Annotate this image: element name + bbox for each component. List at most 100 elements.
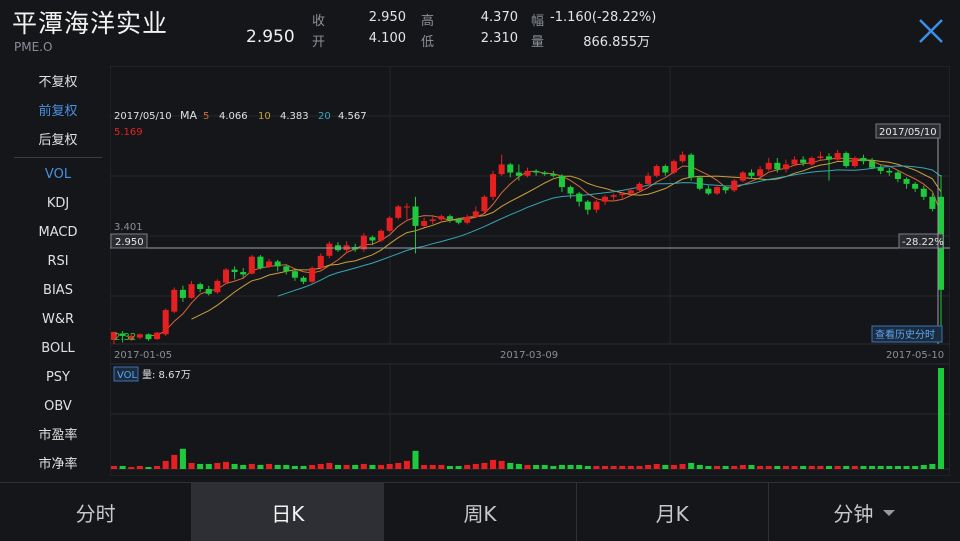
side-item-wr[interactable]: W&R <box>14 305 102 334</box>
stock-code: PME.O <box>14 40 53 54</box>
volume-bar <box>877 465 884 469</box>
volume-bar <box>670 464 677 469</box>
candle-body <box>903 179 910 184</box>
close-icon[interactable] <box>916 16 946 46</box>
candle-body <box>851 157 858 167</box>
kline-chart[interactable]: 2017/05/10 MA 5 4.066 10 4.383 20 4.567 … <box>110 66 950 476</box>
current-price-tag-text: 2.950 <box>115 237 144 248</box>
volume-bar <box>438 464 445 469</box>
volume-bar <box>851 465 858 469</box>
x-label-mid: 2017-03-09 <box>500 350 558 361</box>
current-price: 2.950 <box>246 27 295 47</box>
low-value: 2.310 <box>480 31 518 46</box>
candle-body <box>731 180 738 191</box>
volume-bar <box>593 465 600 469</box>
volume-bar <box>696 464 703 469</box>
side-item-rsi[interactable]: RSI <box>14 247 102 276</box>
legend-ma10-value: 4.383 <box>280 111 309 122</box>
candle-body <box>395 206 402 218</box>
candle-body <box>825 156 833 160</box>
side-item-pe[interactable]: 市盈率 <box>14 421 102 450</box>
candle-body <box>515 172 522 176</box>
volume-bar <box>214 462 221 469</box>
volume-bar <box>524 464 531 469</box>
candle-body <box>653 166 660 176</box>
candle-body <box>817 156 824 158</box>
candle-body <box>645 175 652 184</box>
candle-body <box>894 172 901 179</box>
volume-bar <box>912 465 919 469</box>
candle-body <box>317 255 324 268</box>
tab-daily-k[interactable]: 日K <box>192 483 385 541</box>
candle-body <box>834 153 841 160</box>
volume-bar <box>498 460 505 469</box>
legend-ma20-label: 20 <box>318 111 331 122</box>
volume-bar <box>378 464 385 469</box>
low-label: 低 <box>421 35 435 50</box>
candle-body <box>283 266 290 272</box>
volume-bar <box>619 465 626 469</box>
tab-weekly-k[interactable]: 周K <box>384 483 577 541</box>
volume-bar <box>558 464 565 469</box>
volume-bar <box>283 464 290 469</box>
candle-body <box>162 310 169 335</box>
volume-bar <box>739 464 746 469</box>
candle-body <box>412 206 419 226</box>
volume-bar <box>472 463 479 469</box>
period-tabs: 分时 日K 周K 月K 分钟 <box>0 482 960 541</box>
candle-body <box>248 256 255 274</box>
side-item-vol[interactable]: VOL <box>14 160 102 189</box>
cursor-date-text: 2017/05/10 <box>879 127 937 138</box>
volume-bar <box>722 465 729 469</box>
x-label-end: 2017-05-10 <box>886 350 944 361</box>
candle-body <box>266 261 273 267</box>
volume-bar <box>627 465 634 469</box>
volume-bar <box>757 465 764 469</box>
tab-minute[interactable]: 分钟 <box>769 483 960 541</box>
candle-body <box>679 154 686 162</box>
high-value: 4.370 <box>480 10 518 25</box>
side-item-no-adjust[interactable]: 不复权 <box>14 68 102 97</box>
side-item-boll[interactable]: BOLL <box>14 334 102 363</box>
x-label-start: 2017-01-05 <box>114 350 172 361</box>
volume-bar <box>352 464 359 469</box>
volume-bar <box>395 462 402 469</box>
side-item-obv[interactable]: OBV <box>14 392 102 421</box>
volume-bar <box>541 464 548 469</box>
candle-body <box>619 193 626 196</box>
history-intraday-button-label[interactable]: 查看历史分时 <box>875 328 935 341</box>
candle-body <box>662 166 669 173</box>
axis-price-label: 3.401 <box>114 222 143 233</box>
vol-tag-label[interactable]: VOL <box>117 370 138 381</box>
side-item-pb[interactable]: 市净率 <box>14 450 102 479</box>
side-item-macd[interactable]: MACD <box>14 218 102 247</box>
volume-bar <box>446 465 453 469</box>
candle-body <box>240 272 247 275</box>
close-label: 收 <box>312 14 326 29</box>
volume-bar <box>403 460 410 469</box>
candle-body <box>714 187 721 194</box>
candle-body <box>326 243 333 256</box>
volume-bar <box>533 464 540 469</box>
candle-body <box>136 334 143 338</box>
candle-body <box>309 267 316 282</box>
volume-bar <box>464 464 471 469</box>
volume-bar <box>584 465 591 469</box>
volume-bar <box>386 463 393 469</box>
tab-intraday[interactable]: 分时 <box>0 483 193 541</box>
side-item-psy[interactable]: PSY <box>14 363 102 392</box>
candle-body <box>369 237 376 241</box>
volume-bar <box>636 465 643 469</box>
candle-body <box>765 162 772 170</box>
tab-monthly-k[interactable]: 月K <box>577 483 769 541</box>
side-item-kdj[interactable]: KDJ <box>14 189 102 218</box>
candle-body <box>593 201 600 210</box>
side-item-forward-adjust[interactable]: 前复权 <box>14 97 102 126</box>
side-item-bias[interactable]: BIAS <box>14 276 102 305</box>
candle-body <box>627 190 634 194</box>
volume-bar <box>679 463 686 469</box>
candle-body <box>455 219 462 223</box>
volume-bar <box>507 462 514 469</box>
candle-body <box>886 170 893 173</box>
side-item-backward-adjust[interactable]: 后复权 <box>14 126 102 155</box>
